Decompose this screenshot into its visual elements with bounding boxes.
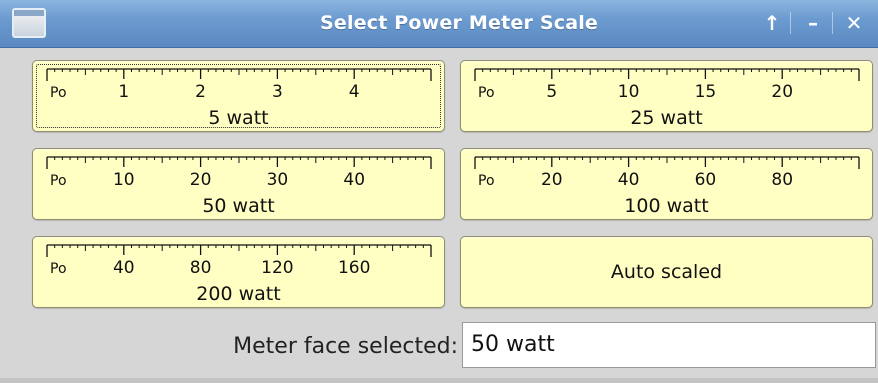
power-meter-scale-window: Select Power Meter Scale ↑ – ✕ Po 1 2 3 4 5 … <box>0 0 878 383</box>
meter-scale-5-watt: Po 1 2 3 4 <box>46 68 432 102</box>
tick-label: 80 <box>771 170 793 190</box>
zero-label: Po <box>478 85 495 101</box>
tick-label: 30 <box>267 170 289 190</box>
zero-label: Po <box>478 173 495 189</box>
meter-scale-25-watt: Po 5 10 15 20 <box>474 68 860 102</box>
tick-label: 40 <box>618 170 640 190</box>
title-bar[interactable]: Select Power Meter Scale ↑ – ✕ <box>0 0 878 48</box>
tick-label: 1 <box>118 82 129 102</box>
titlebar-separator <box>790 12 791 34</box>
tick-label: 80 <box>190 258 212 278</box>
tick-label: 60 <box>695 170 717 190</box>
auto-scaled-label: Auto scaled <box>610 261 723 283</box>
tick-label: 2 <box>195 82 206 102</box>
tick-label: 10 <box>618 82 640 102</box>
meter-button-200-watt[interactable]: Po 40 80 120 160 200 watt <box>32 236 445 308</box>
meter-scale-100-watt: Po 20 40 60 80 <box>474 156 860 190</box>
close-icon[interactable]: ✕ <box>838 8 870 38</box>
window-bottom-border <box>0 378 878 383</box>
window-title: Select Power Meter Scale <box>319 12 599 34</box>
tick-label: 160 <box>338 258 370 278</box>
meter-scale-50-watt: Po 10 20 30 40 <box>46 156 432 190</box>
tick-label: 40 <box>343 170 365 190</box>
zero-label: Po <box>50 261 67 277</box>
tick-label: 20 <box>771 82 793 102</box>
meter-button-50-watt[interactable]: Po 10 20 30 40 50 watt <box>32 148 445 220</box>
tick-label: 20 <box>541 170 563 190</box>
shade-up-icon[interactable]: ↑ <box>756 8 788 38</box>
meter-button-5-watt[interactable]: Po 1 2 3 4 5 watt <box>32 60 445 132</box>
meter-label-5-watt: 5 watt <box>208 107 269 129</box>
meter-button-25-watt[interactable]: Po 5 10 15 20 25 watt <box>460 60 873 132</box>
meter-label-200-watt: 200 watt <box>196 283 281 305</box>
tick-label: 3 <box>272 82 283 102</box>
tick-label: 120 <box>261 258 293 278</box>
meter-label-50-watt: 50 watt <box>202 195 275 217</box>
zero-label: Po <box>50 173 67 189</box>
zero-label: Po <box>50 85 67 101</box>
meter-face-selected-field[interactable]: 50 watt <box>462 322 876 368</box>
tick-label: 20 <box>190 170 212 190</box>
meter-button-100-watt[interactable]: Po 20 40 60 80 100 watt <box>460 148 873 220</box>
tick-label: 10 <box>113 170 135 190</box>
minimize-icon[interactable]: – <box>797 8 829 38</box>
meter-face-selected-label: Meter face selected: <box>233 334 458 359</box>
titlebar-separator <box>832 12 833 34</box>
tick-label: 40 <box>113 258 135 278</box>
meter-label-25-watt: 25 watt <box>630 107 703 129</box>
tick-label: 15 <box>695 82 717 102</box>
tick-label: 4 <box>349 82 360 102</box>
auto-scaled-button[interactable]: Auto scaled <box>460 236 873 308</box>
meter-scale-200-watt: Po 40 80 120 160 <box>46 244 432 278</box>
meter-label-100-watt: 100 watt <box>624 195 709 217</box>
tick-label: 5 <box>546 82 557 102</box>
